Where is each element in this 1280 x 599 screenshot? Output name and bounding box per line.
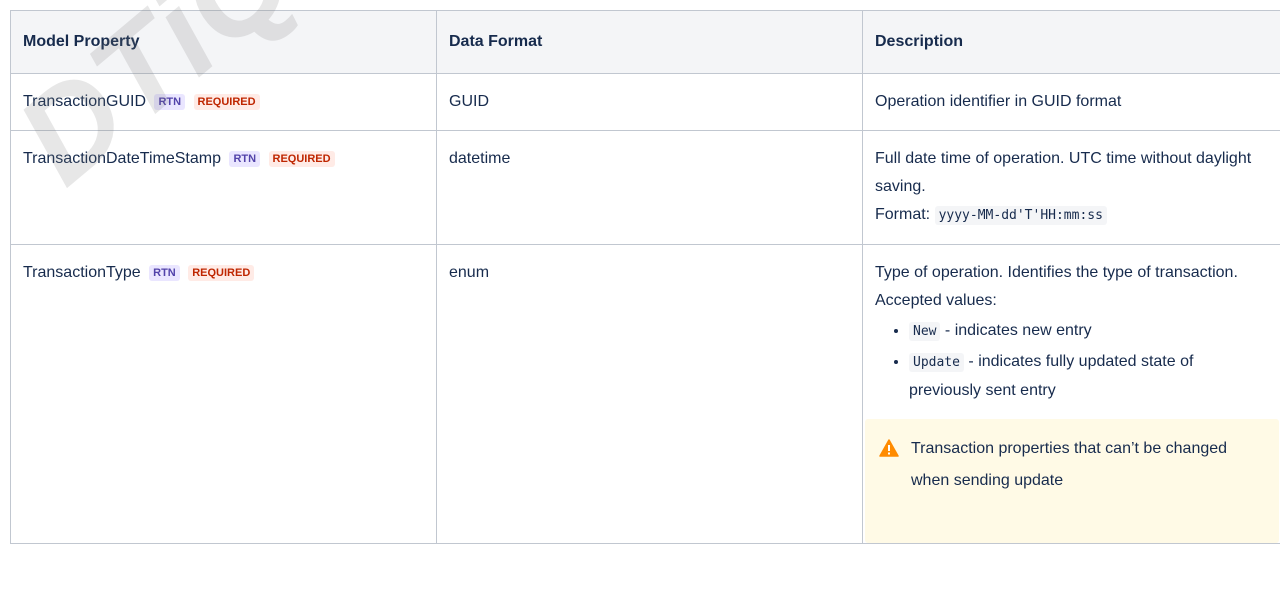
rtn-badge: RTN <box>149 265 180 281</box>
required-badge: REQUIRED <box>268 151 335 167</box>
property-cell: TransactionDateTimeStamp RTN REQUIRED <box>10 130 437 245</box>
header-model-property: Model Property <box>10 10 437 74</box>
model-properties-table: Model Property Data Format Description T… <box>10 10 1280 544</box>
property-name: TransactionGUID <box>23 93 146 110</box>
table-row: TransactionType RTN REQUIRED enum Type o… <box>10 244 1280 544</box>
table-row: TransactionGUID RTN REQUIRED GUID Operat… <box>10 73 1280 131</box>
rtn-badge: RTN <box>229 151 261 167</box>
required-badge: REQUIRED <box>188 265 255 281</box>
format-code: yyyy-MM-dd'T'HH:mm:ss <box>934 206 1107 225</box>
list-item: New - indicates new entry <box>909 317 1269 346</box>
rtn-badge: RTN <box>154 94 186 110</box>
format-label: Format: <box>875 206 931 223</box>
table-header-row: Model Property Data Format Description <box>10 10 1280 74</box>
description-text: Type of operation. Identifies the type o… <box>875 264 1238 309</box>
header-description: Description <box>862 10 1280 74</box>
format-line: Format: yyyy-MM-dd'T'HH:mm:ss <box>875 201 1269 230</box>
page: Model Property Data Format Description T… <box>0 0 1280 599</box>
description-cell: Type of operation. Identifies the type o… <box>862 244 1280 544</box>
format-cell: GUID <box>436 73 863 131</box>
accepted-values-list: New - indicates new entry Update - indic… <box>875 317 1269 405</box>
warning-note-text: Transaction properties that can’t be cha… <box>911 440 1228 489</box>
list-item: Update - indicates fully updated state o… <box>909 348 1269 405</box>
description-text: Full date time of operation. UTC time wi… <box>875 150 1252 195</box>
required-badge: REQUIRED <box>193 94 260 110</box>
property-name: TransactionDateTimeStamp <box>23 150 221 167</box>
value-code: New <box>909 322 941 341</box>
warning-note-panel: Transaction properties that can’t be cha… <box>865 419 1279 543</box>
description-cell: Operation identifier in GUID format <box>862 73 1280 131</box>
table-row: TransactionDateTimeStamp RTN REQUIRED da… <box>10 130 1280 245</box>
header-data-format: Data Format <box>436 10 863 74</box>
property-cell: TransactionGUID RTN REQUIRED <box>10 73 437 131</box>
value-text: - indicates new entry <box>940 322 1092 339</box>
format-cell: enum <box>436 244 863 544</box>
property-name: TransactionType <box>23 264 141 281</box>
format-cell: datetime <box>436 130 863 245</box>
value-code: Update <box>909 353 964 372</box>
warning-icon <box>879 433 899 497</box>
property-cell: TransactionType RTN REQUIRED <box>10 244 437 544</box>
description-cell: Full date time of operation. UTC time wi… <box>862 130 1280 245</box>
